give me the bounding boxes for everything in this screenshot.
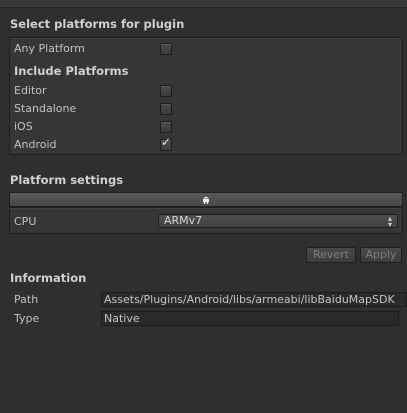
- cpu-dropdown[interactable]: ARMv7 ▴ ▾: [158, 214, 398, 229]
- top-toolbar-strip: [0, 0, 407, 8]
- include-platform-label-ios: iOS: [14, 120, 33, 133]
- include-platform-label-editor: Editor: [14, 84, 47, 97]
- standalone-checkbox[interactable]: [160, 103, 172, 115]
- type-label: Type: [14, 312, 40, 325]
- platform-settings-title: Platform settings: [10, 173, 124, 187]
- cpu-dropdown-value: ARMv7: [164, 214, 203, 227]
- revert-button[interactable]: Revert: [306, 247, 356, 263]
- ios-checkbox[interactable]: [160, 121, 172, 133]
- any-platform-checkbox[interactable]: [160, 43, 172, 55]
- editor-checkbox[interactable]: [160, 85, 172, 97]
- up-down-arrows-icon: ▴ ▾: [387, 214, 392, 229]
- any-platform-label: Any Platform: [14, 42, 85, 55]
- android-icon: [203, 196, 209, 204]
- checkmark-icon: ✓: [161, 135, 172, 149]
- select-platforms-title: Select platforms for plugin: [10, 17, 185, 31]
- cpu-label: CPU: [14, 215, 37, 228]
- path-field[interactable]: Assets/Plugins/Android/libs/armeabi/libB…: [101, 292, 407, 307]
- information-title: Information: [10, 271, 87, 285]
- tab-android[interactable]: [9, 192, 403, 207]
- path-label: Path: [14, 293, 39, 306]
- android-checkbox[interactable]: ✓: [160, 135, 172, 151]
- include-platform-label-standalone: Standalone: [14, 102, 77, 115]
- include-platforms-title: Include Platforms: [14, 64, 129, 78]
- type-field[interactable]: Native: [101, 311, 399, 326]
- apply-button[interactable]: Apply: [360, 247, 402, 263]
- include-platform-label-android: Android: [14, 138, 57, 151]
